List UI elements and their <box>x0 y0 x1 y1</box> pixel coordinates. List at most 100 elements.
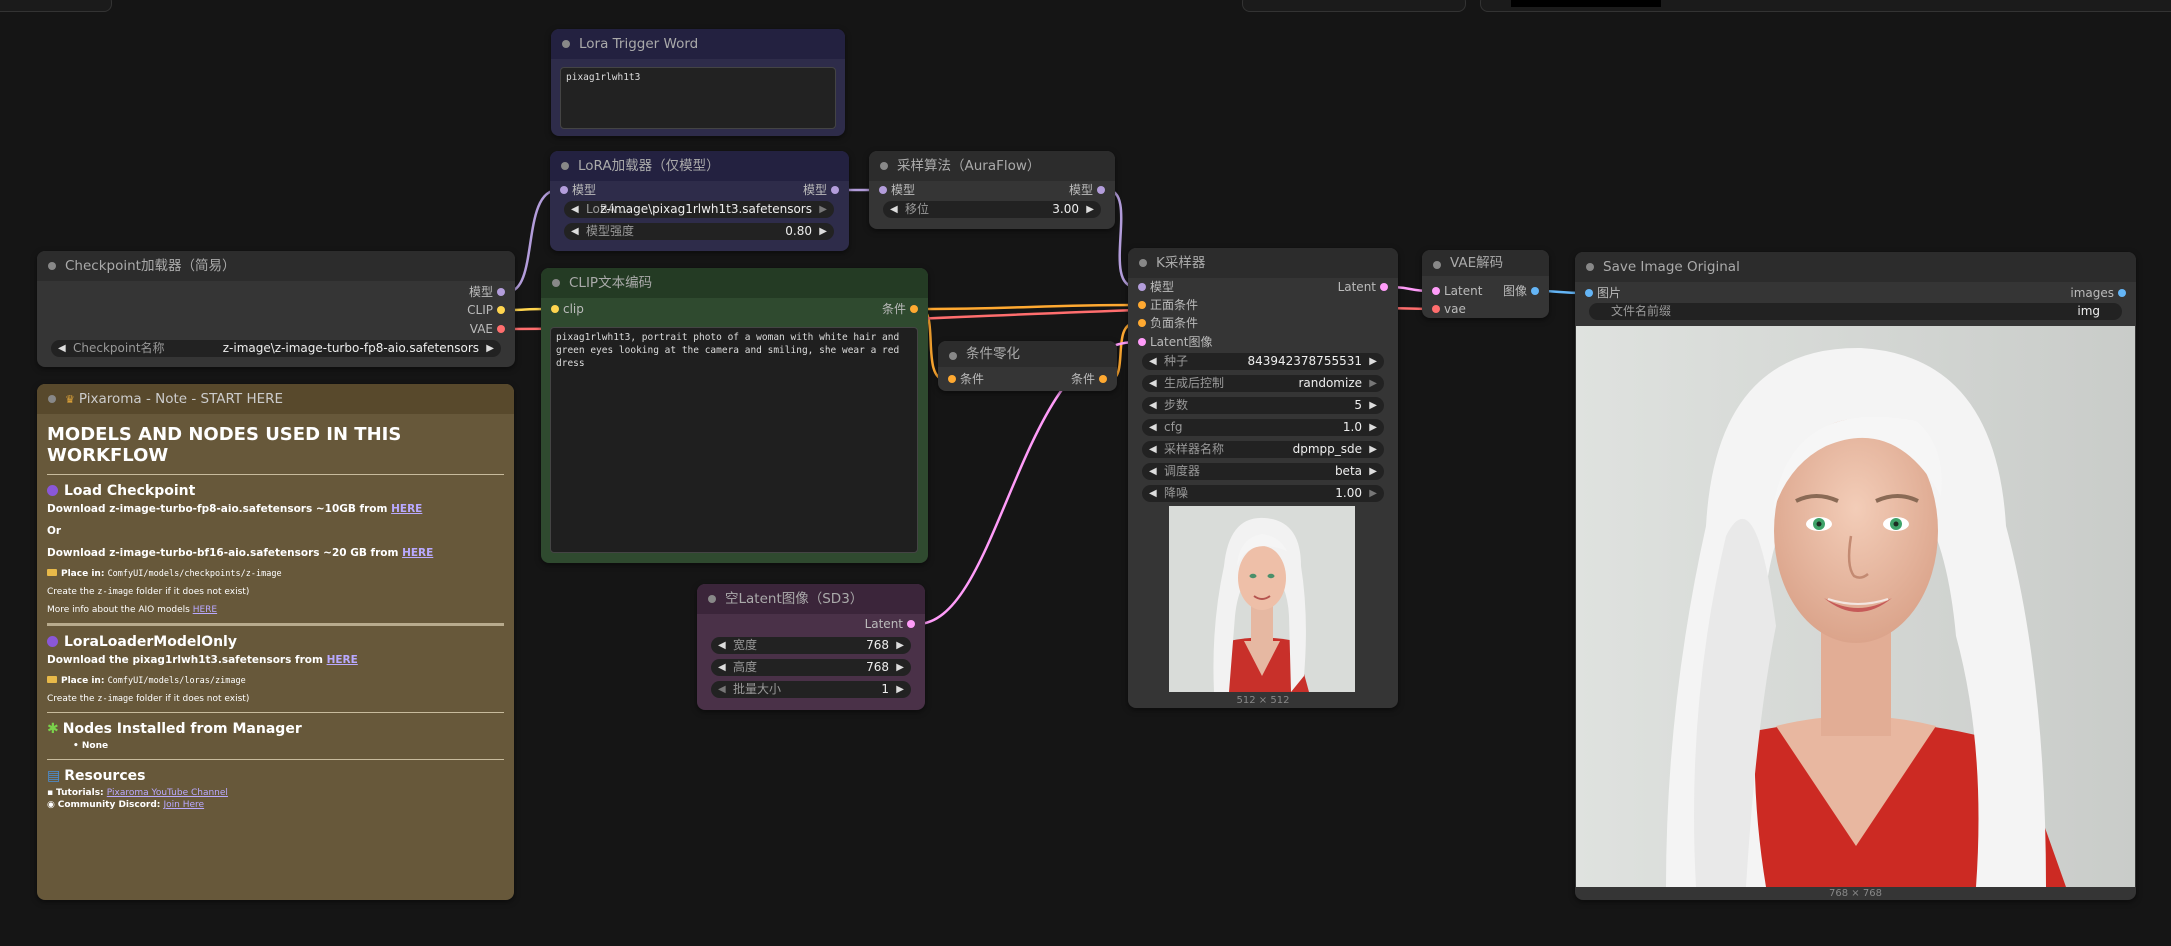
input-latent[interactable]: Latent图像 <box>1138 334 1212 350</box>
node-title[interactable]: Save Image Original <box>1575 252 2136 282</box>
model-strength-widget[interactable]: ◀ 模型强度 0.80 ▶ <box>564 223 834 240</box>
arrow-left-icon[interactable]: ◀ <box>571 201 579 218</box>
here-link-bf16[interactable]: HERE <box>402 547 433 559</box>
arrow-left-icon[interactable]: ◀ <box>1149 463 1157 480</box>
arrow-left-icon[interactable]: ◀ <box>718 681 726 698</box>
save-image-node[interactable]: Save Image Original 图片 images 文件名前缀img <box>1575 252 2136 900</box>
clip-text-encode-node[interactable]: CLIP文本编码 clip 条件 pixag1rlwh1t3, portrait… <box>541 268 928 563</box>
arrow-right-icon[interactable]: ▶ <box>896 659 904 676</box>
latent-input-dot[interactable] <box>1432 287 1440 295</box>
arrow-left-icon[interactable]: ◀ <box>1149 441 1157 458</box>
prompt-textarea[interactable]: pixag1rlwh1t3, portrait photo of a woman… <box>550 327 918 553</box>
output-model[interactable]: 模型 <box>469 284 505 300</box>
output-image[interactable]: 图像 <box>1503 283 1539 299</box>
here-link-aio[interactable]: HERE <box>193 605 217 615</box>
node-title[interactable]: VAE解码 <box>1422 250 1549 276</box>
conditioning-output-dot[interactable] <box>1099 375 1107 383</box>
arrow-left-icon[interactable]: ◀ <box>1149 397 1157 414</box>
node-title[interactable]: Lora Trigger Word <box>551 29 845 59</box>
output-latent[interactable]: Latent <box>1338 279 1388 295</box>
pixaroma-note-node[interactable]: ♛ Pixaroma - Note - START HERE MODELS AND… <box>37 384 514 900</box>
input-positive[interactable]: 正面条件 <box>1138 297 1198 313</box>
arrow-left-icon[interactable]: ◀ <box>718 637 726 654</box>
lora-trigger-word-node[interactable]: Lora Trigger Word pixag1rlwh1t3 <box>551 29 845 136</box>
latent-output-dot[interactable] <box>1380 283 1388 291</box>
arrow-left-icon[interactable]: ◀ <box>1149 485 1157 502</box>
input-conditioning[interactable]: 条件 <box>948 371 984 387</box>
input-image[interactable]: 图片 <box>1585 285 1621 301</box>
seed-widget[interactable]: ◀ 种子 843942378755531 ▶ <box>1142 353 1384 370</box>
conditioning-input-dot[interactable] <box>1138 301 1146 309</box>
denoise-widget[interactable]: ◀ 降噪 1.00 ▶ <box>1142 485 1384 502</box>
output-model[interactable]: 模型 <box>803 182 839 198</box>
image-output-dot[interactable] <box>2118 289 2126 297</box>
here-link-lora[interactable]: HERE <box>327 654 358 666</box>
node-title[interactable]: 条件零化 <box>938 341 1117 367</box>
model-input-dot[interactable] <box>879 186 887 194</box>
arrow-right-icon[interactable]: ▶ <box>1369 485 1377 502</box>
arrow-left-icon[interactable]: ◀ <box>1149 419 1157 436</box>
node-title[interactable]: CLIP文本编码 <box>541 268 928 298</box>
arrow-left-icon[interactable]: ◀ <box>1149 375 1157 392</box>
input-model[interactable]: 模型 <box>1138 279 1174 295</box>
input-vae[interactable]: vae <box>1432 301 1466 317</box>
arrow-left-icon[interactable]: ◀ <box>1149 353 1157 370</box>
scheduler-widget[interactable]: ◀ 调度器 beta ▶ <box>1142 463 1384 480</box>
model-output-dot[interactable] <box>1097 186 1105 194</box>
arrow-right-icon[interactable]: ▶ <box>896 681 904 698</box>
clip-output-dot[interactable] <box>497 306 505 314</box>
model-output-dot[interactable] <box>497 288 505 296</box>
node-title[interactable]: 采样算法（AuraFlow） <box>869 151 1115 181</box>
clip-input-dot[interactable] <box>551 305 559 313</box>
conditioning-zero-node[interactable]: 条件零化 条件 条件 <box>938 341 1117 391</box>
output-model[interactable]: 模型 <box>1069 182 1105 198</box>
image-output-dot[interactable] <box>1531 287 1539 295</box>
arrow-right-icon[interactable]: ▶ <box>819 223 827 240</box>
arrow-left-icon[interactable]: ◀ <box>58 340 66 357</box>
sampling-algorithm-node[interactable]: 采样算法（AuraFlow） 模型 模型 ◀ 移位 3.00 ▶ <box>869 151 1115 229</box>
node-title[interactable]: 空Latent图像（SD3） <box>697 584 925 614</box>
arrow-right-icon[interactable]: ▶ <box>819 201 827 218</box>
model-input-dot[interactable] <box>560 186 568 194</box>
ksampler-node[interactable]: K采样器 模型 正面条件 负面条件 Latent图像 Latent ◀ 种子 843… <box>1128 248 1398 708</box>
arrow-right-icon[interactable]: ▶ <box>1369 397 1377 414</box>
model-output-dot[interactable] <box>831 186 839 194</box>
latent-input-dot[interactable] <box>1138 338 1146 346</box>
node-title[interactable]: K采样器 <box>1128 248 1398 278</box>
vae-input-dot[interactable] <box>1432 305 1440 313</box>
output-vae[interactable]: VAE <box>470 321 505 337</box>
note-title[interactable]: ♛ Pixaroma - Note - START HERE <box>37 384 514 414</box>
arrow-right-icon[interactable]: ▶ <box>486 340 494 357</box>
arrow-right-icon[interactable]: ▶ <box>1369 463 1377 480</box>
arrow-left-icon[interactable]: ◀ <box>890 201 898 218</box>
conditioning-input-dot[interactable] <box>1138 319 1146 327</box>
height-widget[interactable]: ◀ 高度 768 ▶ <box>711 659 911 676</box>
arrow-left-icon[interactable]: ◀ <box>571 223 579 240</box>
output-images[interactable]: images <box>2070 285 2126 301</box>
lora-name-widget[interactable]: ◀ LoRA ... z-image\pixag1rlwh1t3.safetenso… <box>564 201 834 218</box>
output-conditioning[interactable]: 条件 <box>882 301 918 317</box>
arrow-right-icon[interactable]: ▶ <box>1369 375 1377 392</box>
output-latent[interactable]: Latent <box>865 616 915 632</box>
latent-output-dot[interactable] <box>907 620 915 628</box>
conditioning-input-dot[interactable] <box>948 375 956 383</box>
cfg-widget[interactable]: ◀ cfg 1.0 ▶ <box>1142 419 1384 436</box>
arrow-left-icon[interactable]: ◀ <box>718 659 726 676</box>
vae-output-dot[interactable] <box>497 325 505 333</box>
input-latent[interactable]: Latent <box>1432 283 1482 299</box>
sampler-name-widget[interactable]: ◀ 采样器名称 dpmpp_sde ▶ <box>1142 441 1384 458</box>
input-clip[interactable]: clip <box>551 301 584 317</box>
node-title[interactable]: Checkpoint加载器（简易） <box>37 251 515 281</box>
image-input-dot[interactable] <box>1585 289 1593 297</box>
arrow-right-icon[interactable]: ▶ <box>896 637 904 654</box>
node-title[interactable]: LoRA加载器（仅模型） <box>550 151 849 181</box>
arrow-right-icon[interactable]: ▶ <box>1369 419 1377 436</box>
discord-link[interactable]: Join Here <box>164 800 205 810</box>
conditioning-output-dot[interactable] <box>910 305 918 313</box>
checkpoint-name-widget[interactable]: ◀ Checkpoint名称 z-image\z-image-turbo-fp8-a… <box>51 340 501 357</box>
input-model[interactable]: 模型 <box>560 182 596 198</box>
checkpoint-loader-node[interactable]: Checkpoint加载器（简易） 模型 CLIP VAE ◀ Checkpoin… <box>37 251 515 367</box>
batch-size-widget[interactable]: ◀ 批量大小 1 ▶ <box>711 681 911 698</box>
control-after-generate-widget[interactable]: ◀ 生成后控制 randomize ▶ <box>1142 375 1384 392</box>
trigger-word-textarea[interactable]: pixag1rlwh1t3 <box>560 67 836 129</box>
